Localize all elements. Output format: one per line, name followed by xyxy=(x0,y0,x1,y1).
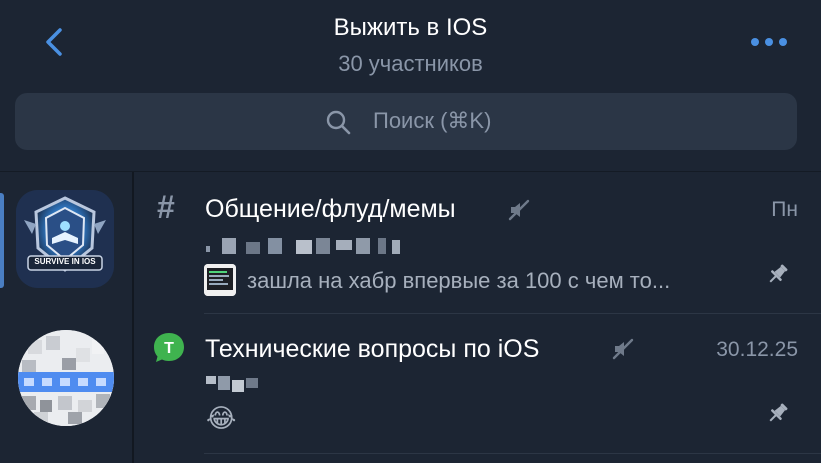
topic-preview: зашла на хабр впервые за 100 с чем то... xyxy=(247,268,671,293)
logo-caption: SURVIVE IN IOS xyxy=(34,257,96,266)
selected-indicator xyxy=(0,193,4,288)
search-placeholder: Поиск (⌘K) xyxy=(373,108,492,133)
muted-icon xyxy=(612,338,634,360)
blurred-sender-name xyxy=(206,376,258,392)
blurred-avatar-image xyxy=(18,330,114,426)
topic-date: 30.12.25 xyxy=(716,338,798,361)
topic-preview: 😂 xyxy=(206,403,237,433)
pin-icon xyxy=(769,403,788,422)
survive-in-ios-logo xyxy=(16,190,114,288)
svg-text:Т: Т xyxy=(164,340,174,357)
topic-title: Технические вопросы по iOS xyxy=(205,335,540,363)
blurred-sender-name xyxy=(206,238,400,254)
row-divider xyxy=(204,313,821,314)
hash-icon: # xyxy=(157,189,175,225)
member-count: 30 участников xyxy=(338,51,483,76)
row-divider xyxy=(204,453,821,454)
topic-green-icon: Т xyxy=(154,333,184,362)
search-icon xyxy=(326,110,351,135)
more-icon xyxy=(751,38,787,46)
pin-icon xyxy=(769,264,788,283)
more-button[interactable] xyxy=(744,30,794,54)
sidebar-item-blurred-avatar[interactable] xyxy=(18,330,114,426)
chat-header: Выжить в IOS 30 участников Поиск (⌘K) xyxy=(0,0,821,172)
topic-title: Общение/флуд/мемы xyxy=(205,195,456,223)
page-title: Выжить в IOS xyxy=(333,14,488,41)
search-bar[interactable]: Поиск (⌘K) xyxy=(15,93,797,150)
muted-icon xyxy=(508,199,530,221)
sidebar-item-survive-in-ios[interactable]: SURVIVE IN IOS xyxy=(16,190,114,288)
topic-date: Пн xyxy=(771,198,798,221)
preview-thumbnail xyxy=(204,264,236,296)
